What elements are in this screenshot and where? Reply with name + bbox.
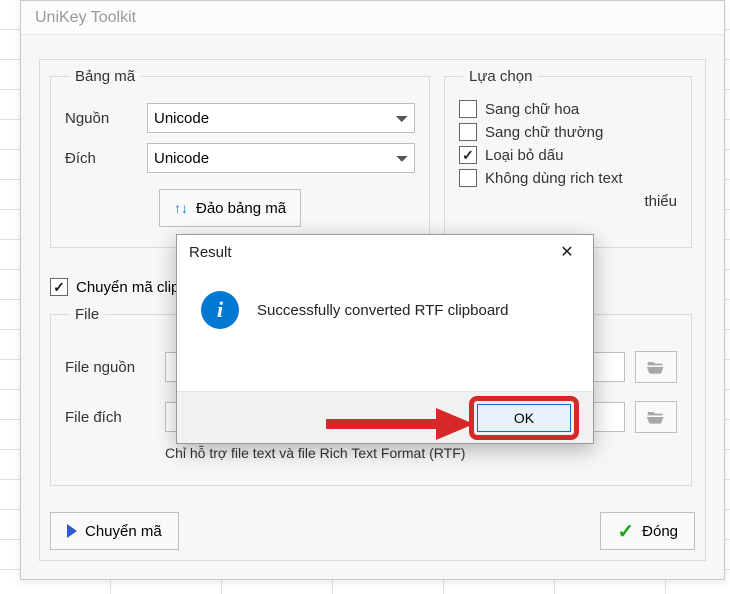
option-uppercase[interactable]: Sang chữ hoa <box>459 100 677 118</box>
swap-encoding-label: Đảo bảng mã <box>196 200 286 217</box>
close-icon: ✕ <box>560 242 573 262</box>
option-partial[interactable]: thiểu <box>459 192 677 210</box>
group-lua-chon: Lựa chọn Sang chữ hoa Sang chữ thường Lo… <box>444 68 692 248</box>
ok-button[interactable]: OK <box>477 404 571 432</box>
dest-encoding-select[interactable]: Unicode <box>147 143 415 173</box>
result-dialog-body: i Successfully converted RTF clipboard <box>177 269 593 339</box>
file-dest-label: File đích <box>65 409 155 426</box>
dest-encoding-label: Đích <box>65 150 147 167</box>
option-no-rich-text[interactable]: Không dùng rich text <box>459 169 677 187</box>
checkbox-icon <box>459 146 477 164</box>
checkbox-icon <box>459 123 477 141</box>
result-dialog-close-button[interactable]: ✕ <box>547 237 587 267</box>
source-encoding-label: Nguồn <box>65 110 147 127</box>
result-dialog-title: Result <box>189 244 232 261</box>
swap-icon: ↑↓ <box>174 200 188 216</box>
result-dialog-titlebar: Result ✕ <box>177 235 593 269</box>
window-title: UniKey Toolkit <box>21 1 724 35</box>
group-bang-ma-legend: Bảng mã <box>69 68 141 85</box>
folder-open-icon <box>646 358 666 376</box>
annotation-arrow <box>326 404 476 449</box>
file-dest-browse-button[interactable] <box>635 401 677 433</box>
checkbox-icon <box>50 278 68 296</box>
convert-button[interactable]: Chuyển mã <box>50 512 179 550</box>
convert-clipboard-checkbox[interactable]: Chuyển mã clip <box>50 278 179 296</box>
file-source-label: File nguồn <box>65 359 155 376</box>
folder-open-icon <box>646 408 666 426</box>
source-encoding-select[interactable]: Unicode <box>147 103 415 133</box>
group-file-legend: File <box>69 306 105 323</box>
group-bang-ma: Bảng mã Nguồn Unicode Đích Unicode ↑↓ Đả… <box>50 68 430 248</box>
result-dialog-message: Successfully converted RTF clipboard <box>257 302 509 319</box>
option-lowercase[interactable]: Sang chữ thường <box>459 123 677 141</box>
swap-encoding-button[interactable]: ↑↓ Đảo bảng mã <box>159 189 301 227</box>
play-icon <box>67 524 77 538</box>
checkbox-icon <box>459 100 477 118</box>
file-source-browse-button[interactable] <box>635 351 677 383</box>
ok-button-highlight: OK <box>469 396 579 440</box>
arrow-icon <box>326 404 476 444</box>
checkbox-icon <box>459 169 477 187</box>
group-lua-chon-legend: Lựa chọn <box>463 68 538 85</box>
info-icon: i <box>201 291 239 329</box>
close-button[interactable]: ✓ Đóng <box>600 512 695 550</box>
option-remove-accents[interactable]: Loại bỏ dấu <box>459 146 677 164</box>
check-icon: ✓ <box>617 519 634 544</box>
